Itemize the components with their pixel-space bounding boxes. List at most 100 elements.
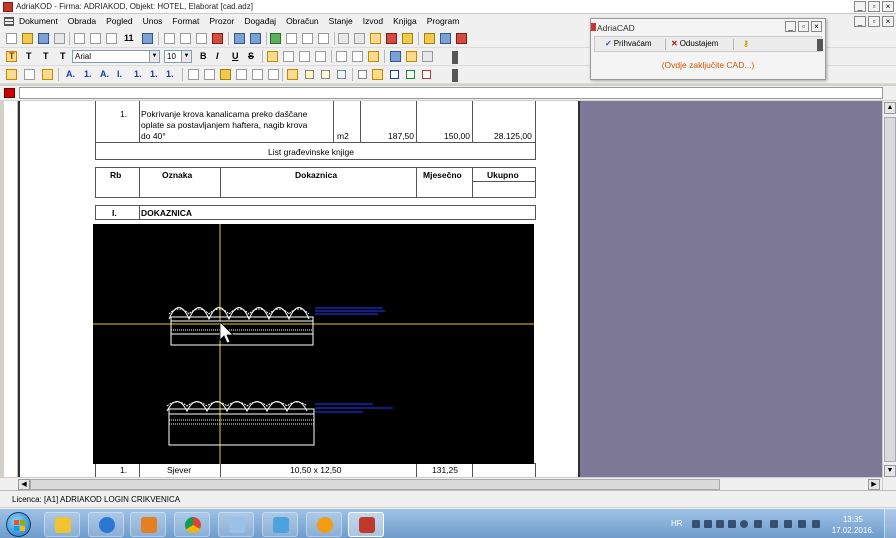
paste-icon[interactable] xyxy=(196,33,207,44)
table-icon[interactable] xyxy=(318,33,329,44)
align-justify-icon[interactable] xyxy=(315,51,326,62)
frame-black-icon[interactable] xyxy=(372,69,383,80)
list-style-icon[interactable] xyxy=(42,69,53,80)
shade-light-yellow-icon[interactable] xyxy=(305,70,314,79)
paragraph-style-icon[interactable] xyxy=(6,69,17,80)
document-menu-icon[interactable] xyxy=(4,17,14,26)
scroll-down-icon[interactable]: ▼ xyxy=(884,465,896,477)
delete-icon[interactable] xyxy=(212,33,223,44)
open-folder-icon[interactable] xyxy=(22,33,33,44)
eraser-icon[interactable] xyxy=(422,51,433,62)
new-document-icon[interactable] xyxy=(6,33,17,44)
style-roman-button[interactable]: I. xyxy=(117,69,122,80)
zoom-page-icon[interactable] xyxy=(90,33,101,44)
style-a2-button[interactable]: A. xyxy=(100,69,109,80)
help-key-icon[interactable] xyxy=(424,33,435,44)
menu-prozor[interactable]: Prozor xyxy=(209,16,234,26)
toolbar-grip[interactable] xyxy=(817,39,823,51)
start-button[interactable] xyxy=(6,512,31,537)
bold-button[interactable]: B xyxy=(200,51,207,62)
style-1c-button[interactable]: 1. xyxy=(150,69,158,80)
align-left-icon[interactable] xyxy=(267,51,278,62)
taskbar-media[interactable] xyxy=(130,512,166,537)
adriacad-maximize-button[interactable]: ▫ xyxy=(798,21,809,32)
border-right-icon[interactable] xyxy=(236,69,247,80)
taskbar-paint[interactable] xyxy=(218,512,254,537)
style-1d-button[interactable]: 1. xyxy=(166,69,174,80)
cut-icon[interactable] xyxy=(164,33,175,44)
network-icon[interactable] xyxy=(798,520,806,528)
taskbar-app2[interactable] xyxy=(306,512,342,537)
menu-stanje[interactable]: Stanje xyxy=(329,16,353,26)
redo-icon[interactable] xyxy=(250,33,261,44)
taskbar-app[interactable] xyxy=(262,512,298,537)
print-preview-icon[interactable] xyxy=(74,33,85,44)
menu-pogled[interactable]: Pogled xyxy=(106,16,132,26)
exit-icon[interactable] xyxy=(456,33,467,44)
print-icon[interactable] xyxy=(54,33,65,44)
pencil-icon[interactable] xyxy=(406,51,417,62)
close-button[interactable]: × xyxy=(882,1,894,12)
style-a-button[interactable]: A. xyxy=(66,69,75,80)
taskbar-explorer[interactable] xyxy=(44,512,80,537)
align-right-icon[interactable] xyxy=(299,51,310,62)
toolbar-grip[interactable] xyxy=(452,69,458,82)
accept-button[interactable]: ✓ Prihvaćam xyxy=(605,39,652,48)
frame-red-icon[interactable] xyxy=(422,70,431,79)
menu-izvod[interactable]: Izvod xyxy=(363,16,383,26)
menu-obracun[interactable]: Obračun xyxy=(286,16,319,26)
fill-color-icon[interactable] xyxy=(390,51,401,62)
frame-green-icon[interactable] xyxy=(406,70,415,79)
border-none-icon[interactable] xyxy=(268,69,279,80)
vertical-scroll-thumb[interactable] xyxy=(884,117,896,462)
text-style-4-button[interactable]: T xyxy=(60,51,66,62)
save-icon[interactable] xyxy=(38,33,49,44)
toolbar-grip[interactable] xyxy=(452,51,458,64)
italic-button[interactable]: I xyxy=(216,51,219,62)
menu-knjiga[interactable]: Knjiga xyxy=(393,16,417,26)
chevron-down-icon[interactable]: ▼ xyxy=(149,51,159,62)
valign-bottom-icon[interactable] xyxy=(336,51,347,62)
copy-icon[interactable] xyxy=(180,33,191,44)
doc-close-button[interactable]: × xyxy=(882,16,894,27)
border-top-icon[interactable] xyxy=(204,69,215,80)
speaker-icon[interactable] xyxy=(784,520,792,528)
chevron-down-icon[interactable]: ▼ xyxy=(181,51,191,62)
scroll-left-icon[interactable]: ◀ xyxy=(18,479,30,490)
font-name-select[interactable]: Arial ▼ xyxy=(72,50,160,63)
adriacad-panel[interactable]: AdriaCAD _ ▫ × ✓ Prihvaćam ✕ Odustajem ⚷ (… xyxy=(590,18,826,80)
tray-icon-3[interactable] xyxy=(716,520,724,528)
menu-program[interactable]: Program xyxy=(427,16,460,26)
text-style-2-button[interactable]: T xyxy=(26,51,32,62)
tray-icon-1[interactable] xyxy=(692,520,700,528)
maximize-button[interactable]: ▫ xyxy=(868,1,880,12)
cad-drawing[interactable] xyxy=(93,224,534,464)
border-left-icon[interactable] xyxy=(220,69,231,80)
adriacad-message[interactable]: (Ovdje zaključite CAD...) xyxy=(591,60,825,70)
layout-icon[interactable] xyxy=(142,33,153,44)
doc-restore-button[interactable]: ▫ xyxy=(868,16,880,27)
border-bottom-icon[interactable] xyxy=(252,69,263,80)
border-all-icon[interactable] xyxy=(188,69,199,80)
scroll-up-icon[interactable]: ▲ xyxy=(884,102,896,114)
language-indicator[interactable]: HR xyxy=(671,519,683,528)
menu-obrada[interactable]: Obrada xyxy=(68,16,96,26)
grid-icon[interactable] xyxy=(354,33,365,44)
tray-icon-4[interactable] xyxy=(728,520,736,528)
menu-format[interactable]: Format xyxy=(172,16,199,26)
doc-minimize-button[interactable]: _ xyxy=(854,16,866,27)
insert-image-icon[interactable] xyxy=(302,33,313,44)
valign-middle-icon[interactable] xyxy=(352,51,363,62)
frame-blue-icon[interactable] xyxy=(390,70,399,79)
tray-icon-5[interactable] xyxy=(740,520,748,528)
shade-cream-icon[interactable] xyxy=(321,70,330,79)
align-center-icon[interactable] xyxy=(283,51,294,62)
record-indicator-icon[interactable] xyxy=(4,88,15,98)
stop-icon[interactable] xyxy=(386,33,397,44)
shade-white-icon[interactable] xyxy=(358,70,367,79)
underline-button[interactable]: U xyxy=(232,51,239,62)
action-center-icon[interactable] xyxy=(812,520,820,528)
cad-zoom-icon[interactable] xyxy=(370,33,381,44)
menu-dogadaj[interactable]: Događaj xyxy=(244,16,276,26)
menu-dokument[interactable]: Dokument xyxy=(19,16,58,26)
